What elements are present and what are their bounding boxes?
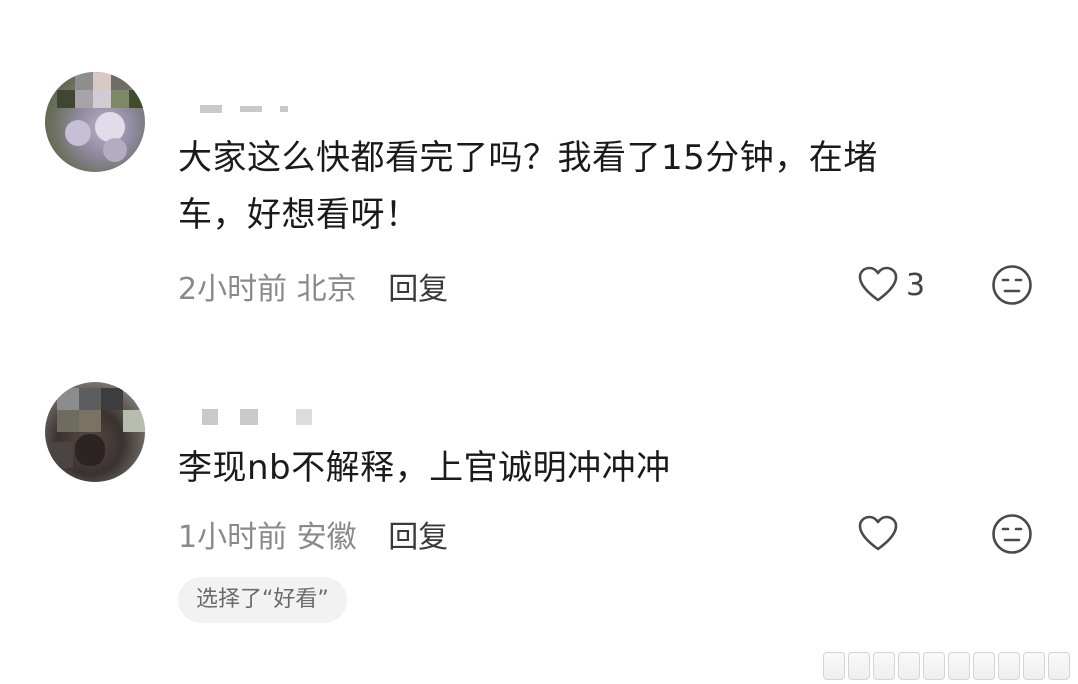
like-button[interactable]: 3	[858, 266, 925, 304]
avatar-pixel	[95, 112, 125, 142]
username-blurred[interactable]	[200, 98, 306, 114]
comment-text: 大家这么快都看完了吗？我看了15分钟，在堵 车，好想看呀！	[178, 130, 1008, 244]
comment-time: 2小时前	[178, 272, 288, 307]
neutral-face-icon[interactable]	[991, 264, 1033, 306]
comment-text: 李现nb不解释，上官诚明冲冲冲	[178, 440, 1008, 497]
comment-meta: 1小时前 安徽 回复	[178, 512, 448, 556]
like-button[interactable]	[858, 515, 898, 553]
heart-outline-icon	[858, 266, 898, 302]
comment-time: 1小时前	[178, 520, 288, 555]
avatar-pixel	[93, 72, 111, 90]
username-blurred[interactable]	[202, 406, 330, 425]
avatar-pixel	[57, 90, 75, 108]
comment-text-line: 大家这么快都看完了吗？我看了15分钟，在堵	[178, 138, 878, 178]
avatar-pixel	[123, 410, 145, 432]
username-pixel	[202, 408, 218, 425]
username-pixel	[200, 104, 222, 113]
avatar-pixel	[75, 72, 93, 90]
like-count: 3	[906, 267, 926, 303]
username-pixel	[296, 408, 312, 425]
comment-text-line: 车，好想看呀！	[178, 195, 420, 235]
username-pixel	[240, 408, 258, 425]
reply-button[interactable]: 回复	[388, 520, 448, 555]
comment-location: 北京	[296, 272, 357, 307]
comment-text-line: 李现nb不解释，上官诚明冲冲冲	[178, 448, 671, 488]
avatar-pixel	[79, 410, 101, 432]
avatar-pixel	[57, 388, 79, 410]
avatar-pixel	[93, 90, 111, 108]
avatar[interactable]	[45, 72, 145, 172]
avatar-pixel	[111, 72, 129, 90]
neutral-face-icon[interactable]	[991, 513, 1033, 555]
vote-tag: 选择了“好看”	[178, 577, 347, 623]
reply-button[interactable]: 回复	[388, 272, 448, 307]
avatar-pixel	[65, 120, 91, 146]
avatar[interactable]	[45, 382, 145, 482]
avatar-pixel	[129, 90, 145, 108]
heart-outline-icon	[858, 515, 898, 551]
username-pixel	[240, 105, 262, 112]
avatar-pixel	[75, 434, 105, 466]
avatar-pixel	[79, 388, 101, 410]
avatar-pixel	[101, 388, 123, 410]
avatar-pixel	[51, 442, 73, 468]
avatar-pixel	[75, 90, 93, 108]
avatar-pixel	[57, 410, 79, 432]
username-pixel	[280, 105, 288, 112]
comment-meta: 2小时前 北京 回复	[178, 264, 448, 308]
avatar-pixel	[103, 138, 127, 162]
comment-location: 安徽	[296, 520, 357, 555]
watermark	[823, 652, 1070, 680]
avatar-pixel	[111, 90, 129, 108]
